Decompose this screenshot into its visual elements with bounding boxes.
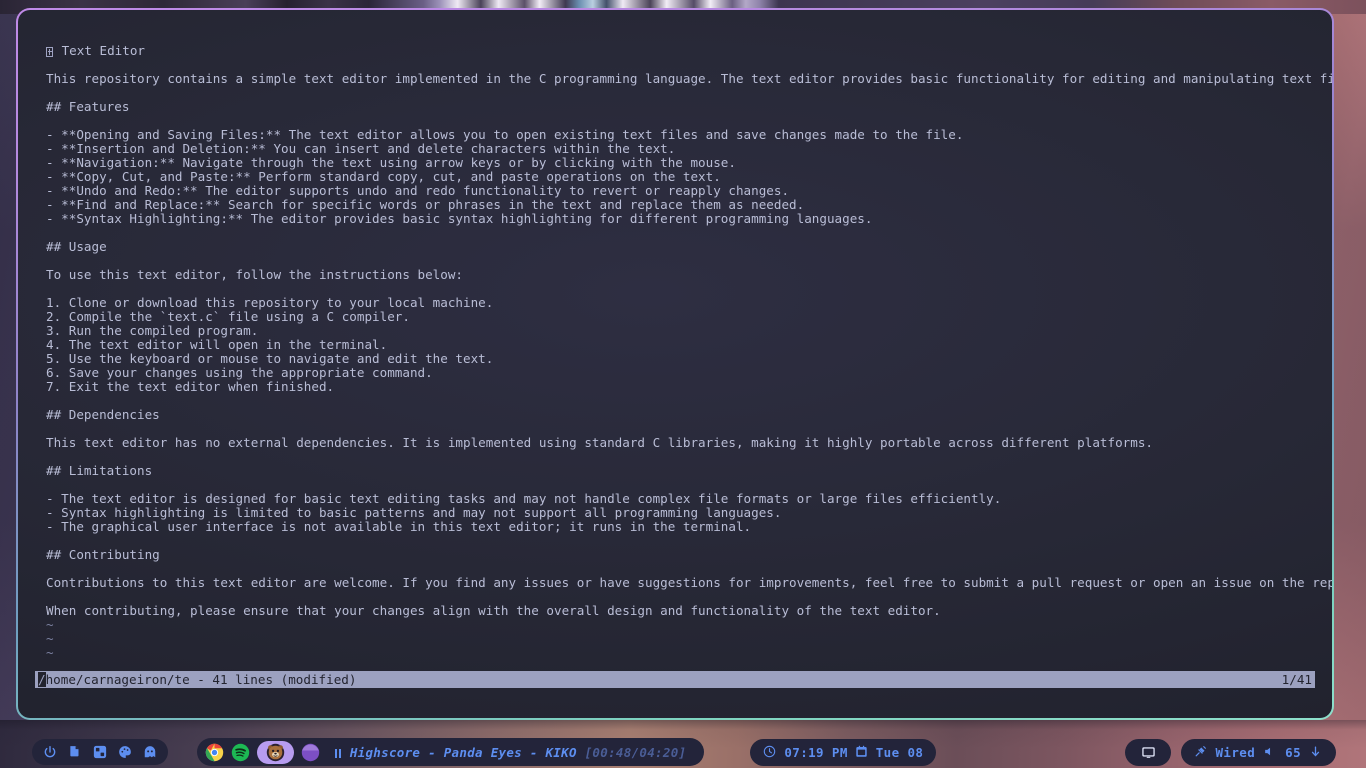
network-label: Wired (1215, 744, 1256, 760)
system-status-group[interactable]: Wired 65 (1180, 738, 1336, 766)
editor-line: 3. Run the compiled program. (46, 323, 259, 338)
media-time: [00:48/04:20] (584, 744, 687, 760)
editor-line: This repository contains a simple text e… (46, 71, 1332, 86)
editor-line: 4. The text editor will open in the term… (46, 337, 388, 352)
editor-line: - The text editor is designed for basic … (46, 491, 1002, 506)
editor-line: - **Find and Replace:** Search for speci… (46, 197, 805, 212)
editor-line: - **Copy, Cut, and Paste:** Perform stan… (46, 169, 721, 184)
purple-app-icon[interactable] (301, 743, 320, 762)
clock-time: 07:19 PM (784, 744, 848, 760)
clock-widget[interactable]: 07:19 PM Tue 08 (750, 738, 937, 766)
editor-line: ## Limitations (46, 463, 153, 478)
editor-line: Contributions to this text editor are we… (46, 575, 1332, 590)
status-file-info: /home/carnageiron/te - 41 lines (modifie… (38, 671, 356, 688)
editor-line: - **Opening and Saving Files:** The text… (46, 127, 964, 142)
chrome-icon[interactable] (205, 743, 224, 762)
editor-line: 1. Clone or download this repository to … (46, 295, 494, 310)
power-icon[interactable] (43, 745, 57, 759)
clock-icon (763, 745, 777, 759)
editor-line: To use this text editor, follow the inst… (46, 267, 464, 282)
editor-line: ## Features (46, 99, 130, 114)
editor-line: ~ (46, 617, 54, 632)
launcher-and-media-group[interactable]: Highscore - Panda Eyes - KIKO [00:48/04:… (197, 738, 705, 766)
taskbar[interactable]: Highscore - Panda Eyes - KIKO [00:48/04:… (0, 736, 1366, 768)
status-cursor-cell: / (38, 672, 46, 687)
monitor-icon[interactable] (1141, 745, 1155, 759)
editor-line: Text Editor (46, 44, 1316, 58)
editor-line: 5. Use the keyboard or mouse to navigate… (46, 351, 494, 366)
editor-line: ## Dependencies (46, 407, 160, 422)
status-line-position: 1/41 (1281, 672, 1312, 687)
volume-icon[interactable] (1263, 745, 1277, 759)
chevron-down-icon[interactable] (1309, 745, 1323, 759)
files-icon[interactable] (68, 745, 82, 759)
calendar-icon (855, 745, 869, 759)
missing-glyph-icon (46, 47, 53, 57)
editor-line-text: Text Editor (54, 43, 145, 58)
editor-line: ## Contributing (46, 547, 160, 562)
editor-line: When contributing, please ensure that yo… (46, 603, 941, 618)
clock-date: Tue 08 (875, 744, 924, 760)
system-tray-group[interactable] (32, 739, 168, 765)
pause-icon[interactable] (335, 748, 342, 758)
editor-line: 2. Compile the `text.c` file using a C c… (46, 309, 410, 324)
layout-indicator[interactable] (1124, 738, 1171, 766)
terminal-content-area[interactable]: Text Editor This repository contains a si… (18, 10, 1332, 718)
editor-line: - **Syntax Highlighting:** The editor pr… (46, 211, 873, 226)
editor-line: - **Navigation:** Navigate through the t… (46, 155, 736, 170)
active-app-terminal[interactable] (257, 740, 294, 764)
apps-grid-icon[interactable] (93, 745, 107, 759)
bear-app-icon[interactable] (266, 743, 285, 762)
media-now-playing[interactable]: Highscore - Panda Eyes - KIKO [00:48/04:… (335, 745, 696, 760)
editor-line: 7. Exit the text editor when finished. (46, 379, 335, 394)
editor-line: - **Insertion and Deletion:** You can in… (46, 141, 676, 156)
volume-level: 65 (1285, 744, 1301, 760)
editor-line: - **Undo and Redo:** The editor supports… (46, 183, 790, 198)
editor-line: This text editor has no external depende… (46, 435, 1153, 450)
editor-line: 6. Save your changes using the appropria… (46, 365, 433, 380)
editor-line: - The graphical user interface is not av… (46, 519, 752, 534)
palette-icon[interactable] (118, 745, 132, 759)
media-title: Highscore - Panda Eyes - KIKO (349, 744, 577, 760)
terminal-window[interactable]: Text Editor This repository contains a si… (16, 8, 1334, 720)
spotify-icon[interactable] (231, 743, 250, 762)
status-left-text: home/carnageiron/te - 41 lines (modified… (45, 672, 357, 687)
editor-line: ~ (46, 631, 54, 646)
editor-line: - Syntax highlighting is limited to basi… (46, 505, 782, 520)
ghost-icon[interactable] (143, 745, 157, 759)
editor-line: ~ (46, 645, 54, 660)
network-plug-icon[interactable] (1194, 745, 1208, 759)
editor-status-bar: /home/carnageiron/te - 41 lines (modifie… (35, 671, 1315, 688)
editor-line: ## Usage (46, 239, 107, 254)
text-editor-buffer[interactable]: Text Editor This repository contains a si… (46, 44, 1332, 718)
